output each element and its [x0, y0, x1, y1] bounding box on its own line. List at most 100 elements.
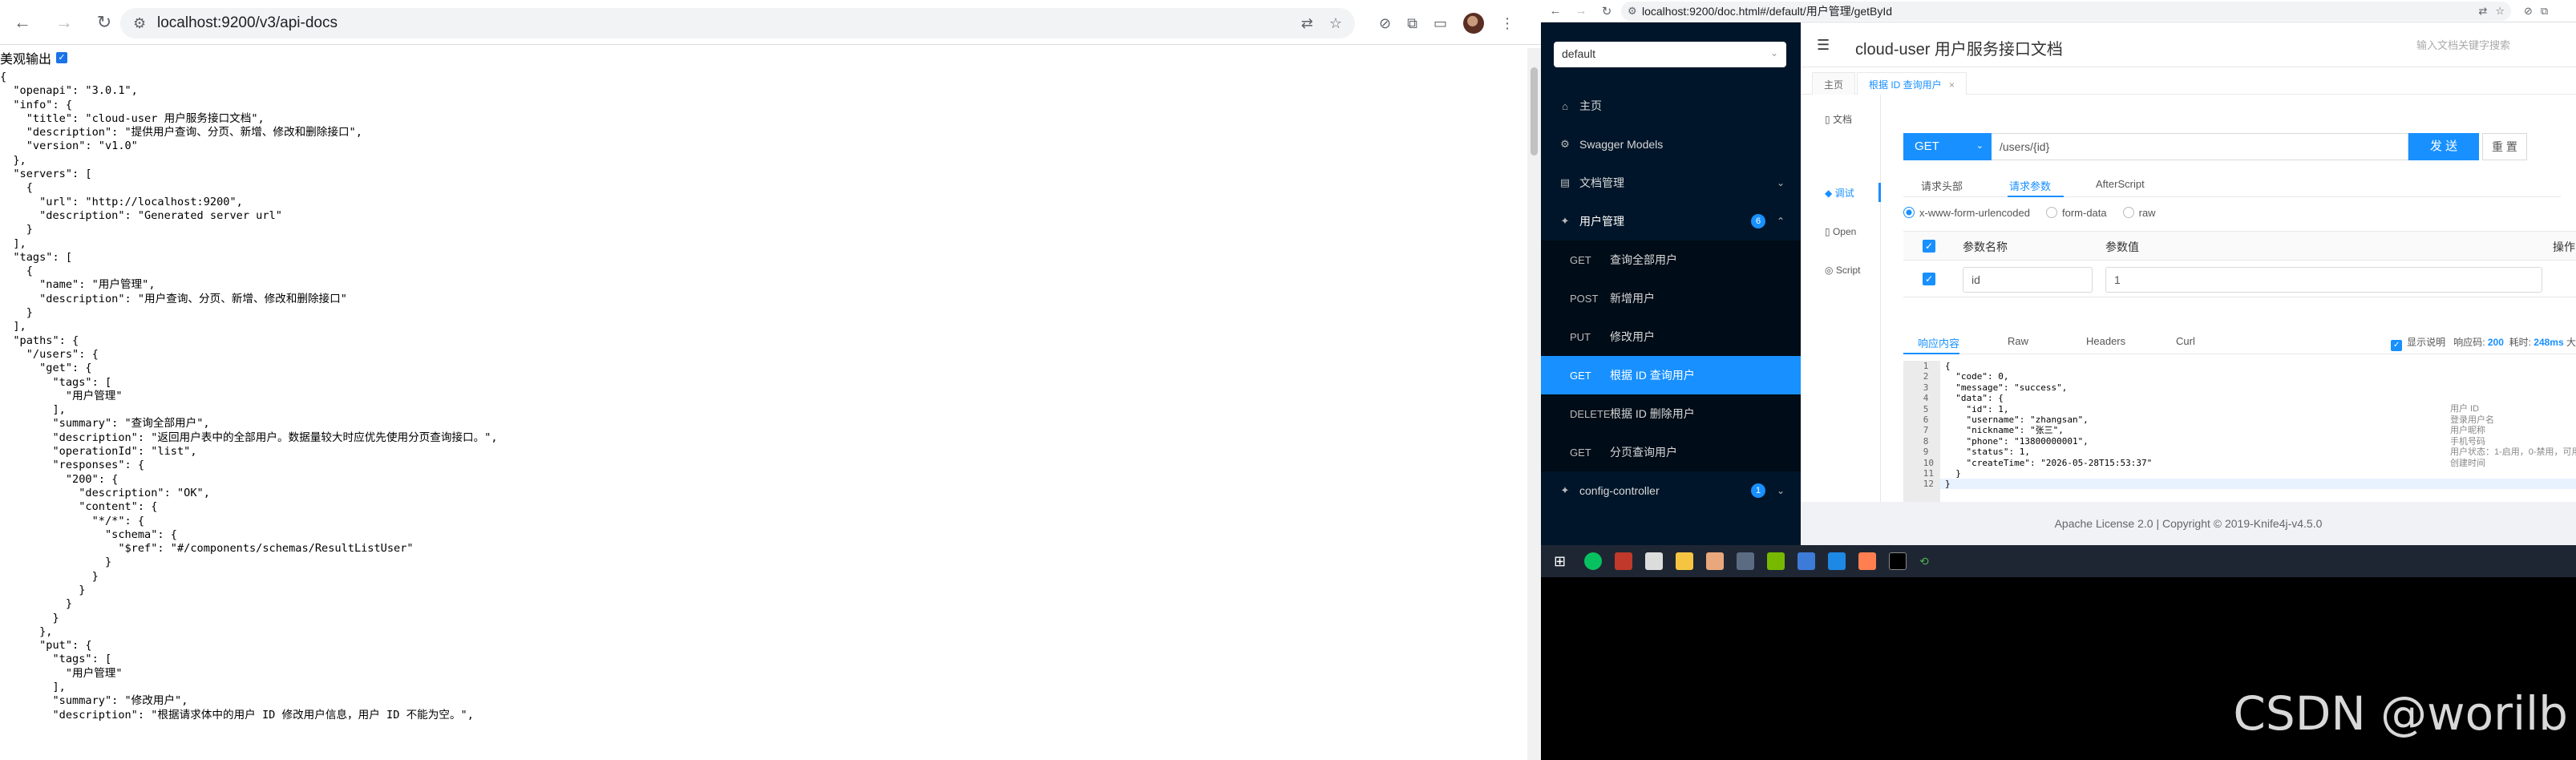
extension-icon[interactable]: ⊘ — [1379, 15, 1391, 32]
tab-home[interactable]: 主页 — [1812, 72, 1856, 95]
endpoint-item[interactable]: POST 新增用户 — [1541, 279, 1801, 317]
menu-home[interactable]: ⌂ 主页 — [1541, 87, 1801, 125]
select-all-checkbox[interactable]: ✓ — [1923, 240, 1935, 253]
wechat-icon[interactable] — [1584, 552, 1602, 570]
endpoint-item[interactable]: DELETE 根据 ID 删除用户 — [1541, 394, 1801, 433]
radio-raw[interactable]: raw — [2122, 207, 2156, 219]
app-icon[interactable] — [1767, 552, 1785, 570]
puzzle-extensions-icon[interactable]: ⧉ — [1407, 15, 1417, 32]
pretty-print-checkbox[interactable]: ✓ — [56, 52, 68, 63]
app-icon[interactable] — [1798, 552, 1815, 570]
doc-icon: ▯ — [1825, 114, 1833, 125]
site-info-icon[interactable]: ⚙ — [133, 15, 146, 32]
pretty-print-toggle[interactable]: 美观输出 ✓ — [0, 48, 68, 67]
send-button[interactable]: 发 送 — [2408, 133, 2479, 160]
param-value-input[interactable]: 1 — [2105, 267, 2542, 293]
reload-icon[interactable]: ↻ — [90, 8, 119, 37]
tab-get-by-id[interactable]: 根据 ID 查询用户 × — [1857, 72, 1967, 95]
site-info-icon[interactable]: ⚙ — [1628, 5, 1637, 18]
group-select-value: default — [1562, 47, 1596, 60]
endpoint-item[interactable]: GET 查询全部用户 — [1541, 241, 1801, 279]
terminal-icon[interactable] — [1889, 552, 1907, 570]
menu-kebab-icon[interactable]: ⋮ — [1500, 15, 1514, 32]
forward-icon[interactable]: → — [1571, 2, 1591, 21]
response-code-editor[interactable]: 1 2 3 4 5 6 7 8 9 10 11 12 { "code": 0, … — [1903, 361, 2576, 502]
radio-dot — [1903, 207, 1915, 218]
rtab-content[interactable]: 响应内容 — [1918, 335, 1959, 350]
menu-swagger-models[interactable]: ⚙ Swagger Models — [1541, 125, 1801, 164]
app-icon[interactable] — [1858, 552, 1876, 570]
translate-icon[interactable]: ⇄ — [2478, 5, 2487, 18]
right-browser-toolbar: ← → ↻ ⚙ localhost:9200/doc.html#/default… — [1541, 0, 2576, 22]
address-bar[interactable]: ⚙ localhost:9200/v3/api-docs ⇄ ☆ — [120, 8, 1355, 38]
app-icon[interactable] — [1737, 552, 1754, 570]
endpoint-method: GET — [1570, 446, 1591, 459]
endpoint-item[interactable]: PUT 修改用户 — [1541, 317, 1801, 356]
back-icon[interactable]: ← — [1546, 2, 1565, 21]
back-icon[interactable]: ← — [8, 8, 37, 37]
side-tab-open[interactable]: ▯ Open — [1825, 226, 1856, 237]
subtab-headers[interactable]: 请求头部 — [1921, 178, 1963, 193]
show-desc-label: 显示说明 — [2407, 337, 2446, 348]
menu-doc-manage[interactable]: ▤ 文档管理 ⌄ — [1541, 164, 1801, 202]
menu-config-controller[interactable]: ✦ config-controller 1 ⌄ — [1541, 471, 1801, 510]
subtab-afterscript[interactable]: AfterScript — [2096, 178, 2145, 190]
app-icon[interactable] — [1615, 552, 1632, 570]
show-desc-checkbox[interactable]: ✓ — [2391, 340, 2403, 351]
rtab-headers[interactable]: Headers — [2086, 335, 2125, 347]
subtab-params[interactable]: 请求参数 — [2009, 178, 2051, 193]
address-url: localhost:9200/v3/api-docs — [157, 14, 338, 31]
bookmark-star-icon[interactable]: ☆ — [1329, 15, 1342, 32]
page-scrollbar[interactable] — [1527, 48, 1541, 760]
puzzle-extensions-icon[interactable]: ⧉ — [2541, 5, 2548, 18]
side-tab-debug-label: 调试 — [1834, 188, 1854, 199]
page-title: cloud-user 用户服务接口文档 — [1855, 41, 2063, 59]
extension-icon[interactable]: ⊘ — [2524, 5, 2533, 18]
radio-urlencoded[interactable]: x-www-form-urlencoded — [1903, 207, 2030, 219]
doc-search-input[interactable]: 输入文档关键字搜索 — [2416, 37, 2510, 52]
side-tab-doc[interactable]: ▯ 文档 — [1825, 112, 1852, 126]
param-name-input[interactable]: id — [1963, 267, 2093, 293]
row-checkbox[interactable]: ✓ — [1923, 273, 1935, 285]
side-tab-debug[interactable]: ◆ 调试 — [1825, 186, 1854, 200]
radio-formdata[interactable]: form-data — [2045, 207, 2107, 219]
line-numbers: 1 2 3 4 5 6 7 8 9 10 11 12 — [1923, 361, 1934, 490]
endpoint-item[interactable]: GET 分页查询用户 — [1541, 433, 1801, 471]
knife4j-sidebar: default ⌄ ⌂ 主页 ⚙ Swagger Models ▤ 文档管理 ⌄… — [1541, 22, 1801, 545]
footer-license: Apache License 2.0 | Copyright © 2019-Kn… — [1801, 502, 2576, 545]
col-param-value: 参数值 — [2105, 241, 2139, 253]
field-descriptions: 用户 ID 登录用户名 用户昵称 手机号码 用户状态：1-启用，0-禁用，可用值… — [2450, 404, 2576, 468]
menu-user-manage[interactable]: ✦ 用户管理 6 ⌃ — [1541, 202, 1801, 241]
reset-button[interactable]: 重 置 — [2482, 133, 2527, 160]
rtab-curl[interactable]: Curl — [2176, 335, 2195, 347]
scrollbar-thumb[interactable] — [1531, 67, 1538, 156]
notepad-icon[interactable] — [1645, 552, 1663, 570]
col-operation: 操作 — [2553, 241, 2575, 253]
request-url-input[interactable]: /users/{id} — [1992, 133, 2408, 160]
windows-start-icon[interactable]: ⊞ — [1554, 552, 1571, 570]
folder-icon[interactable] — [1676, 552, 1693, 570]
bookmark-star-icon[interactable]: ☆ — [2495, 5, 2505, 18]
close-icon[interactable]: × — [1949, 79, 1955, 91]
method-select[interactable]: GET ⌄ — [1903, 133, 1992, 160]
endpoint-item-active[interactable]: GET 根据 ID 查询用户 — [1541, 356, 1801, 394]
side-tab-script[interactable]: ◎ Script — [1825, 265, 1861, 276]
address-bar[interactable]: ⚙ localhost:9200/doc.html#/default/用户管理/… — [1621, 2, 2511, 21]
menu-toggle-icon[interactable]: ☰ — [1817, 37, 1830, 54]
side-panel-icon[interactable]: ▭ — [1434, 15, 1447, 32]
app-icon[interactable] — [1828, 552, 1846, 570]
menu-config-controller-label: config-controller — [1579, 484, 1660, 497]
left-browser-toolbar: ← → ↻ ⚙ localhost:9200/v3/api-docs ⇄ ☆ ⊘… — [0, 0, 1541, 45]
chevron-up-icon: ⌃ — [1776, 216, 1785, 227]
forward-icon[interactable]: → — [50, 8, 79, 37]
app-icon[interactable]: ⟲ — [1919, 552, 1937, 570]
response-meta: ✓ 显示说明 响应码: 200 耗时: 248ms 大 — [2391, 335, 2576, 351]
reload-icon[interactable]: ↻ — [1597, 2, 1616, 21]
endpoint-method: GET — [1570, 369, 1591, 382]
app-icon[interactable] — [1706, 552, 1724, 570]
group-select[interactable]: default ⌄ — [1554, 42, 1786, 67]
profile-avatar[interactable] — [1462, 13, 1484, 34]
translate-icon[interactable]: ⇄ — [1301, 15, 1313, 32]
rtab-raw[interactable]: Raw — [2008, 335, 2028, 347]
debug-icon: ◆ — [1825, 188, 1835, 199]
